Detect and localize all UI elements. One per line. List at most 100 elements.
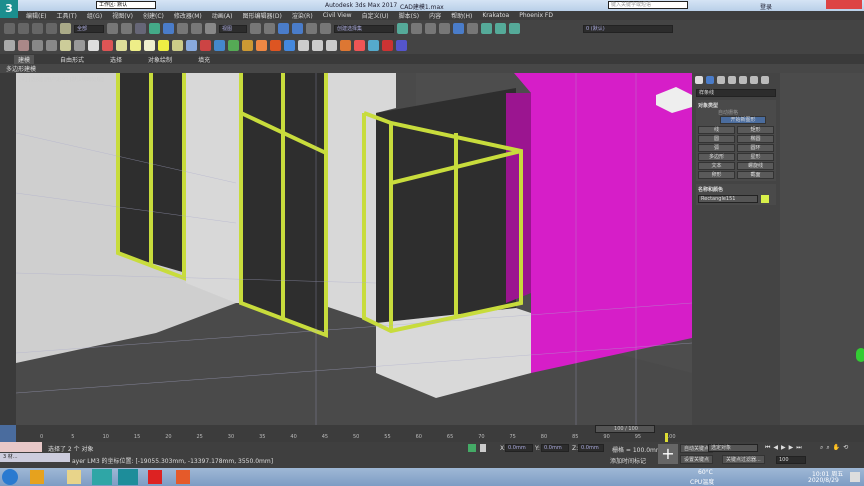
window-crossing-icon[interactable] xyxy=(149,23,160,34)
menu-item[interactable]: 编辑(E) xyxy=(26,11,46,20)
zoom-icon[interactable]: ⌕ xyxy=(820,444,823,452)
start-new-shape-checkbox[interactable]: 开始新图形 xyxy=(720,116,766,124)
phoenix-fire-icon[interactable] xyxy=(340,40,351,51)
object-color-swatch[interactable] xyxy=(761,195,769,203)
schematic-view-icon[interactable] xyxy=(467,23,478,34)
y-coord-input[interactable]: 0.0mm xyxy=(541,444,569,452)
object-name-input[interactable]: Rectangle151 xyxy=(698,195,758,203)
egg-button[interactable]: 卵形 xyxy=(698,171,735,179)
menu-item[interactable]: 自定义(U) xyxy=(362,11,389,20)
camera-icon[interactable] xyxy=(74,40,85,51)
side-tab-icon[interactable] xyxy=(856,348,864,362)
ellipse-button[interactable]: 椭圆 xyxy=(737,135,774,143)
move-icon[interactable] xyxy=(163,23,174,34)
phoenix-liquid-icon[interactable] xyxy=(368,40,379,51)
percent-snap-icon[interactable] xyxy=(306,23,317,34)
vray-sphere-icon[interactable] xyxy=(214,40,225,51)
tab-freeform[interactable]: 自由形式 xyxy=(60,55,84,64)
set-key-button[interactable]: 设置关键点 xyxy=(680,455,714,464)
align-icon[interactable] xyxy=(411,23,422,34)
dome-light-icon[interactable] xyxy=(130,40,141,51)
place-icon[interactable] xyxy=(205,23,216,34)
key-mode-select[interactable]: 选定对象 xyxy=(708,444,758,452)
music-icon[interactable] xyxy=(148,470,162,484)
menu-item[interactable]: 工具(T) xyxy=(56,11,76,20)
proxy-icon[interactable] xyxy=(200,40,211,51)
vray-plane-icon[interactable] xyxy=(228,40,239,51)
plane-icon[interactable] xyxy=(18,40,29,51)
mirror-icon[interactable] xyxy=(397,23,408,34)
render-setup-icon[interactable] xyxy=(495,23,506,34)
water-icon[interactable] xyxy=(284,40,295,51)
viewport-label[interactable]: [+] [透视] [用户定义] [默认明暗处理] xyxy=(19,76,104,83)
circle-button[interactable]: 圆 xyxy=(698,135,735,143)
go-to-start-icon[interactable]: ⏮ xyxy=(765,444,770,452)
area-light-icon[interactable] xyxy=(116,40,127,51)
play-sim-icon[interactable] xyxy=(298,40,309,51)
layer-explorer-icon[interactable] xyxy=(425,23,436,34)
toggle-ribbon-icon[interactable] xyxy=(439,23,450,34)
menu-item[interactable]: 视图(V) xyxy=(112,11,133,20)
named-selection-set[interactable]: 创建选择集 xyxy=(334,24,394,33)
snap-toggle-icon[interactable] xyxy=(278,23,289,34)
text-button[interactable]: 文本 xyxy=(698,162,735,170)
x-coord-input[interactable]: 0.0mm xyxy=(505,444,533,452)
orbit-icon[interactable]: ⟲ xyxy=(843,444,848,452)
viewport-layout-strip[interactable] xyxy=(0,73,16,425)
mini-curve-editor-icon[interactable] xyxy=(0,425,16,442)
search-input[interactable]: 键入关键字或短语 xyxy=(608,1,688,9)
render-icon[interactable] xyxy=(509,23,520,34)
undo-icon[interactable] xyxy=(4,23,15,34)
menu-item[interactable]: 内容 xyxy=(429,11,441,20)
prev-frame-icon[interactable]: ◀ xyxy=(773,444,778,452)
geometry-icon[interactable] xyxy=(695,76,703,84)
selection-filter-select[interactable]: 全部 xyxy=(74,24,104,33)
play-icon[interactable]: ▶ xyxy=(781,444,786,452)
phoenix-help-icon[interactable] xyxy=(396,40,407,51)
grid-icon[interactable] xyxy=(46,40,57,51)
teapot-icon[interactable] xyxy=(4,40,15,51)
cameras-icon[interactable] xyxy=(728,76,736,84)
pan-icon[interactable]: ✋ xyxy=(833,444,840,452)
tab-modeling[interactable]: 建模 xyxy=(14,54,35,64)
app-icon-2[interactable] xyxy=(118,469,138,485)
line-button[interactable]: 线 xyxy=(698,126,735,134)
helper-icon[interactable] xyxy=(102,40,113,51)
spacewarps-icon[interactable] xyxy=(750,76,758,84)
pivot-icon[interactable] xyxy=(250,23,261,34)
bind-space-warp-icon[interactable] xyxy=(60,23,71,34)
box-icon[interactable] xyxy=(32,40,43,51)
login-link[interactable]: 登录 xyxy=(760,2,772,11)
curve-editor-icon[interactable] xyxy=(453,23,464,34)
timeline[interactable]: 100 / 100 0 5 10 15 20 25 30 35 40 45 50 55 60 65 70 75… xyxy=(0,425,864,442)
link-icon[interactable] xyxy=(32,23,43,34)
fire-icon[interactable] xyxy=(242,40,253,51)
app-icon-3[interactable] xyxy=(176,470,190,484)
menu-item[interactable]: 组(G) xyxy=(87,11,102,20)
time-marker[interactable] xyxy=(665,433,668,442)
workspace-select[interactable]: 工作区: 默认 xyxy=(96,1,156,9)
rollout-header[interactable]: 名称和颜色 xyxy=(698,186,774,193)
menu-item[interactable]: Krakatoa xyxy=(482,12,509,19)
donut-button[interactable]: 圆环 xyxy=(737,144,774,152)
timeline-ruler[interactable]: 0 5 10 15 20 25 30 35 40 45 50 55 60 65 70 75 80 85 90 95 10… xyxy=(40,434,676,442)
section-button[interactable]: 截面 xyxy=(737,171,774,179)
category-dropdown[interactable]: 样条线 xyxy=(696,89,776,97)
polygon-modeling-label[interactable]: 多边形建模 xyxy=(6,66,36,73)
stop-sim-icon[interactable] xyxy=(326,40,337,51)
menu-item[interactable]: Civil View xyxy=(323,12,352,19)
rotate-icon[interactable] xyxy=(177,23,188,34)
select-object-icon[interactable] xyxy=(107,23,118,34)
notification-icon[interactable] xyxy=(850,472,860,482)
autogrid-checkbox[interactable]: 自动栅格 xyxy=(718,109,774,116)
rect-selection-icon[interactable] xyxy=(135,23,146,34)
mini-window[interactable]: 3 材... xyxy=(0,453,70,462)
zoom-all-icon[interactable]: ⌕ xyxy=(826,444,829,452)
tab-object-paint[interactable]: 对象绘制 xyxy=(148,55,172,64)
phoenix-smoke-icon[interactable] xyxy=(354,40,365,51)
menu-item[interactable]: 修改器(M) xyxy=(174,11,202,20)
next-frame-icon[interactable]: ▶ xyxy=(789,444,794,452)
window-controls[interactable] xyxy=(826,0,862,9)
manipulate-icon[interactable] xyxy=(264,23,275,34)
key-filters-button[interactable]: 关键点过滤器... xyxy=(722,455,765,464)
